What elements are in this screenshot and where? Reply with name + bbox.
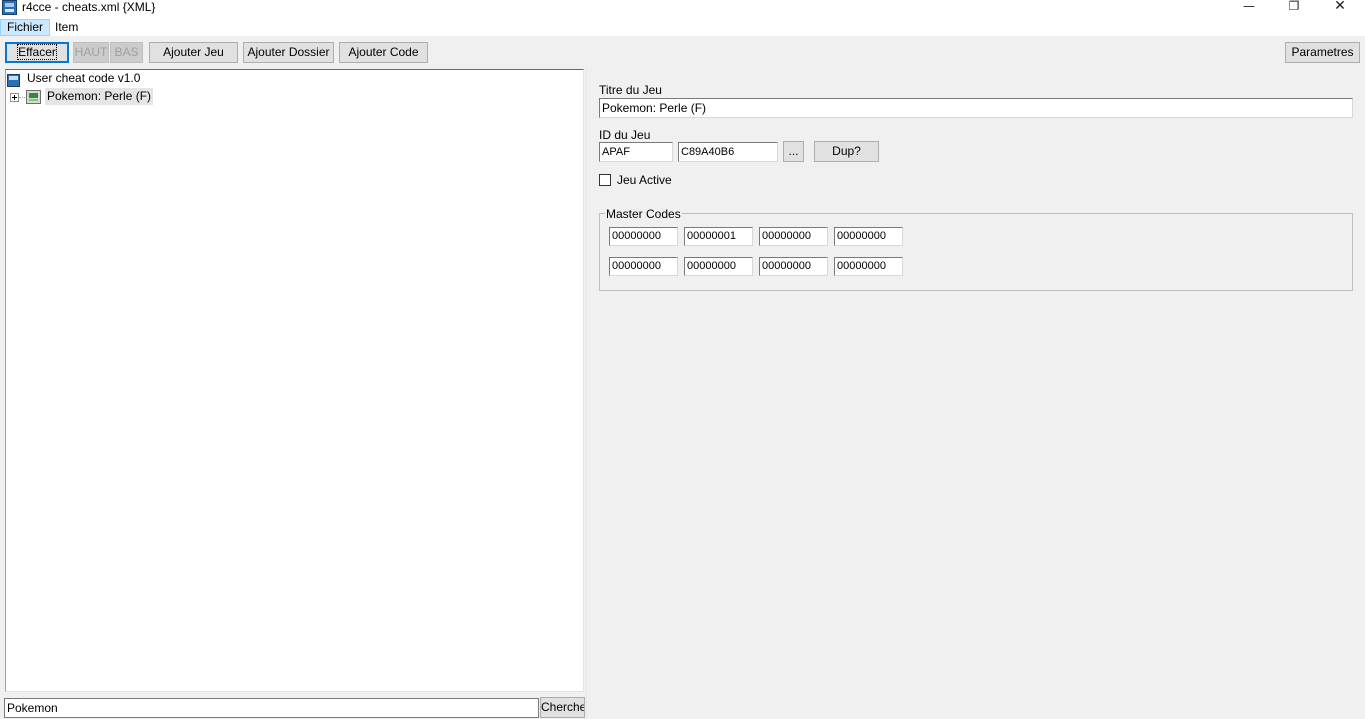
- id-label: ID du Jeu: [599, 128, 651, 142]
- window-title: r4cce - cheats.xml {XML}: [22, 0, 156, 14]
- menu-item[interactable]: Item: [49, 19, 84, 36]
- search-input[interactable]: Pokemon: [4, 698, 539, 718]
- expand-icon[interactable]: [10, 93, 19, 102]
- crc-field[interactable]: C89A40B6: [678, 142, 778, 162]
- cheat-tree[interactable]: User cheat code v1.0 Pokemon: Perle (F): [5, 69, 584, 692]
- parametres-button[interactable]: Parametres: [1285, 42, 1360, 63]
- haut-button[interactable]: HAUT: [73, 42, 109, 63]
- master-code-field[interactable]: 00000000: [609, 257, 678, 276]
- master-code-field[interactable]: 00000000: [759, 227, 828, 246]
- id-field[interactable]: APAF: [599, 142, 673, 162]
- master-code-field[interactable]: 00000000: [834, 227, 903, 246]
- title-bar: r4cce - cheats.xml {XML} — ❐ ✕: [0, 0, 1365, 18]
- jeu-active-checkbox[interactable]: [599, 174, 611, 186]
- master-code-field[interactable]: 00000000: [759, 257, 828, 276]
- app-icon: [2, 0, 17, 15]
- master-code-field[interactable]: 00000000: [834, 257, 903, 276]
- master-codes-title: Master Codes: [605, 207, 682, 221]
- ajouter-code-button[interactable]: Ajouter Code: [339, 42, 428, 63]
- tree-connector: [19, 97, 25, 98]
- browse-button[interactable]: ...: [783, 141, 804, 162]
- titre-label: Titre du Jeu: [599, 83, 662, 97]
- dup-button[interactable]: Dup?: [814, 141, 879, 162]
- master-code-field[interactable]: 00000000: [684, 257, 753, 276]
- tree-root-label[interactable]: User cheat code v1.0: [27, 70, 140, 87]
- titre-field[interactable]: Pokemon: Perle (F): [599, 98, 1353, 118]
- bas-button[interactable]: BAS: [110, 42, 143, 63]
- master-code-field[interactable]: 00000001: [684, 227, 753, 246]
- close-button[interactable]: ✕: [1317, 0, 1363, 14]
- menu-bar: Fichier Item: [0, 18, 1365, 36]
- master-codes-group: [599, 213, 1353, 291]
- jeu-active-label[interactable]: Jeu Active: [617, 173, 672, 187]
- panel-splitter[interactable]: [586, 69, 591, 719]
- database-icon: [7, 74, 20, 87]
- restore-button[interactable]: ❐: [1271, 0, 1317, 14]
- tree-item-game[interactable]: Pokemon: Perle (F): [45, 88, 154, 105]
- effacer-button-label: Effacer: [17, 44, 57, 60]
- ajouter-dossier-button[interactable]: Ajouter Dossier: [243, 42, 334, 63]
- ajouter-jeu-button[interactable]: Ajouter Jeu: [149, 42, 238, 63]
- master-code-field[interactable]: 00000000: [609, 227, 678, 246]
- minimize-button[interactable]: —: [1226, 0, 1272, 14]
- game-cartridge-icon: [26, 90, 41, 104]
- effacer-button[interactable]: Effacer: [5, 42, 69, 63]
- search-button[interactable]: Cherche: [540, 697, 585, 718]
- menu-fichier[interactable]: Fichier: [0, 19, 51, 36]
